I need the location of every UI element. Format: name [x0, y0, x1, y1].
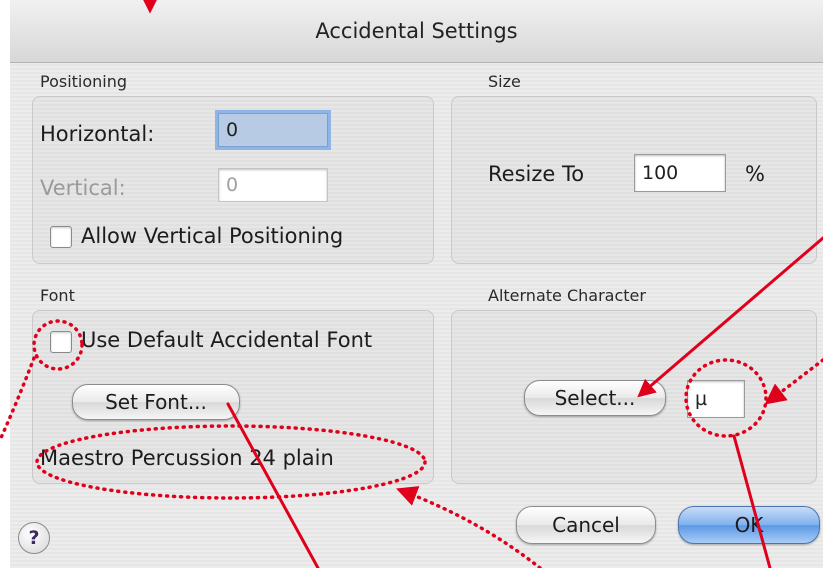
annotation-font-dotted-arrow — [396, 486, 542, 568]
annotation-character-circle — [684, 358, 768, 438]
annotation-font-ellipse — [35, 424, 427, 500]
annotation-character-line — [732, 434, 772, 568]
annotation-character-dotted-arrow — [764, 358, 823, 405]
annotation-checkbox-line — [0, 356, 36, 442]
annotation-select-arrow — [637, 236, 823, 398]
annotation-checkbox-circle — [32, 319, 84, 371]
annotation-overlay — [0, 0, 823, 568]
